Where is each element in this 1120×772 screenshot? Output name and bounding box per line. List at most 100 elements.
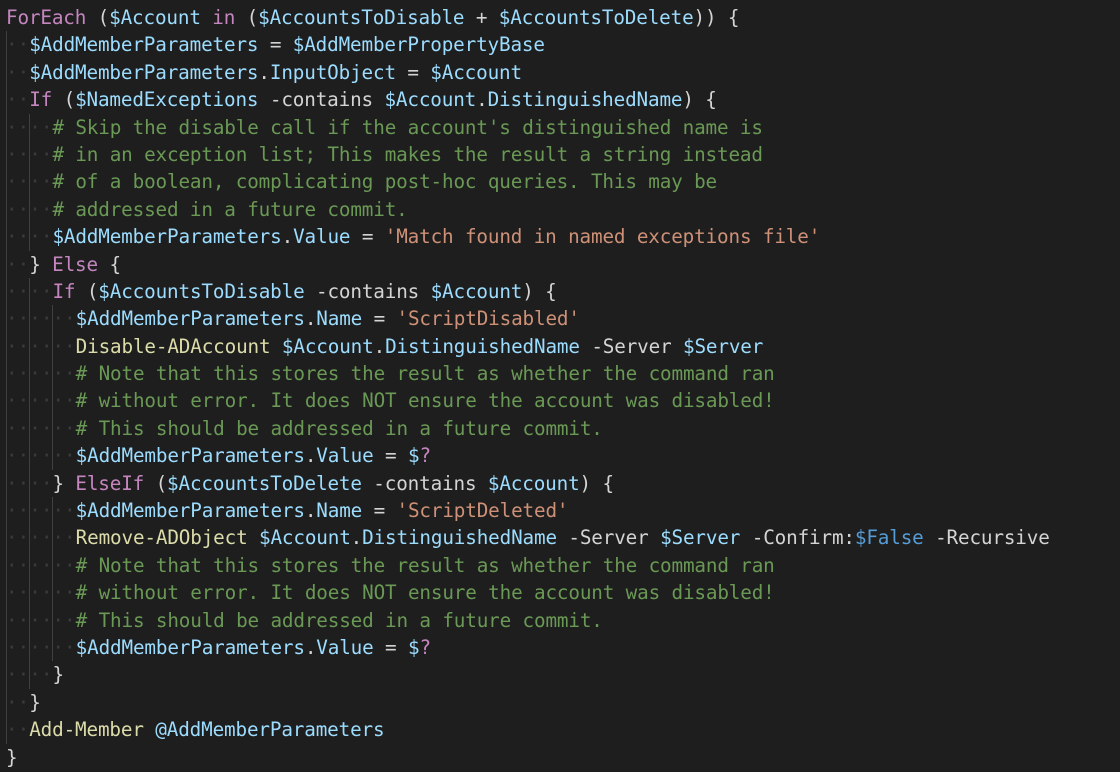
code-token: $AccountsToDisable	[258, 6, 465, 29]
indent-guide	[51, 606, 53, 634]
indent-guide	[28, 277, 30, 306]
code-token: ) {	[522, 279, 557, 303]
code-token: $	[407, 444, 420, 468]
code-line[interactable]: }	[6, 744, 1120, 771]
code-token: $AddMemberParameters	[29, 60, 259, 84]
indent-guide	[28, 305, 30, 333]
code-line[interactable]: ····}	[6, 661, 1120, 689]
code-line[interactable]: ··$AddMemberParameters = $AddMemberPrope…	[6, 31, 1120, 59]
indent-guide	[6, 606, 7, 634]
code-line[interactable]: ······# This should be addressed in a fu…	[6, 414, 1120, 443]
indent-guide	[28, 332, 30, 361]
indent-guide	[6, 387, 7, 415]
whitespace-marker: ······	[6, 444, 76, 468]
whitespace-marker: ··	[6, 88, 30, 112]
code-line[interactable]: ··Add-Member @AddMemberParameters	[6, 716, 1120, 744]
whitespace-marker: ··	[6, 60, 30, 84]
whitespace-marker: ······	[6, 553, 76, 577]
code-token: .	[304, 444, 317, 468]
code-token: ElseIf	[75, 471, 145, 495]
code-line[interactable]: ······$AddMemberParameters.Name = 'Scrip…	[6, 305, 1120, 333]
code-line[interactable]: ··}	[6, 688, 1120, 717]
code-token: =	[373, 635, 408, 659]
code-token: $AccountsToDelete	[498, 6, 694, 29]
code-token: # This should be addressed in a future c…	[75, 416, 603, 440]
code-line[interactable]: ····If ($AccountsToDisable -contains $Ac…	[6, 277, 1120, 306]
code-line[interactable]: ······# This should be addressed in a fu…	[6, 606, 1120, 634]
code-token: $	[407, 635, 420, 659]
code-line[interactable]: ····# addressed in a future commit.	[6, 195, 1120, 224]
indent-guide	[6, 442, 7, 470]
code-token: $AddMemberParameters	[75, 444, 305, 468]
code-line[interactable]: ··} Else {	[6, 250, 1120, 278]
whitespace-marker: ······	[6, 526, 76, 550]
code-token: 'ScriptDisabled'	[396, 307, 580, 331]
code-token: ) {	[579, 471, 615, 495]
code-token: # addressed in a future commit.	[52, 197, 408, 221]
code-line[interactable]: ····# in an exception list; This makes t…	[6, 140, 1120, 169]
code-token: Name	[316, 307, 363, 331]
indent-guide	[28, 469, 30, 498]
code-line[interactable]: ······$AddMemberParameters.Value = $?	[6, 442, 1120, 470]
code-token: If	[29, 88, 53, 112]
whitespace-marker: ······	[6, 389, 76, 413]
code-token: (	[52, 88, 76, 112]
code-line[interactable]: ForEach ($Account in ($AccountsToDisable…	[6, 4, 1120, 31]
code-token: -contains	[258, 88, 385, 112]
code-token: .	[350, 526, 363, 550]
code-token: $Account	[259, 526, 351, 550]
code-line[interactable]: ····$AddMemberParameters.Value = 'Match …	[6, 223, 1120, 251]
code-token: .	[304, 499, 317, 523]
indent-guide	[28, 633, 30, 662]
code-token: -Server	[556, 526, 661, 550]
indent-guide	[6, 31, 7, 59]
code-token: Else	[52, 252, 98, 276]
code-token: $NamedExceptions	[75, 88, 259, 112]
code-line[interactable]: ······# Note that this stores the result…	[6, 360, 1120, 388]
indent-guide	[28, 551, 30, 580]
indent-guide	[28, 606, 30, 634]
code-token: DistinguishedName	[385, 334, 580, 358]
indent-guide	[6, 360, 7, 388]
code-line[interactable]: ··If ($NamedExceptions -contains $Accoun…	[6, 86, 1120, 114]
code-token: # This should be addressed in a future c…	[75, 608, 603, 632]
indent-guide	[51, 442, 53, 470]
code-token: $Account	[384, 88, 477, 112]
code-line[interactable]: ······Remove-ADObject $Account.Distingui…	[6, 524, 1120, 552]
indent-guide	[6, 223, 7, 251]
indent-guide	[51, 551, 53, 580]
code-line[interactable]: ····# of a boolean, complicating post-ho…	[6, 168, 1120, 196]
indent-guide	[28, 113, 30, 141]
code-token: .	[258, 60, 270, 84]
code-line[interactable]: ······# without error. It does NOT ensur…	[6, 579, 1120, 607]
code-token: # of a boolean, complicating post-hoc qu…	[52, 170, 718, 194]
code-token: DistinguishedName	[487, 88, 683, 112]
code-line[interactable]: ······# without error. It does NOT ensur…	[6, 387, 1120, 415]
code-token: -Recursive	[923, 526, 1050, 550]
code-token: }	[6, 745, 18, 769]
code-line[interactable]: ····# Skip the disable call if the accou…	[6, 113, 1120, 141]
code-token: {	[97, 252, 121, 276]
whitespace-marker: ··	[6, 33, 30, 57]
indent-guide	[6, 551, 7, 580]
indent-guide	[51, 387, 53, 415]
code-line[interactable]: ····} ElseIf ($AccountsToDelete -contain…	[6, 469, 1120, 498]
code-token: $False	[854, 526, 924, 550]
indent-guide	[51, 633, 53, 662]
whitespace-marker: ······	[6, 635, 76, 659]
code-line[interactable]: ······Disable-ADAccount $Account.Disting…	[6, 332, 1120, 361]
code-line[interactable]: ······$AddMemberParameters.Value = $?	[6, 633, 1120, 662]
code-token: (	[75, 279, 99, 303]
whitespace-marker: ······	[6, 307, 76, 331]
indent-guide	[6, 168, 7, 196]
indent-guide	[28, 360, 30, 388]
indent-guide	[6, 195, 7, 224]
code-editor[interactable]: ForEach ($Account in ($AccountsToDisable…	[0, 0, 1120, 772]
code-line[interactable]: ······# Note that this stores the result…	[6, 551, 1120, 580]
code-token: }	[52, 663, 64, 687]
code-token: # Skip the disable call if the account's…	[52, 115, 763, 139]
code-token: )) {	[693, 6, 740, 29]
code-line[interactable]: ··$AddMemberParameters.InputObject = $Ac…	[6, 58, 1120, 87]
code-token: ForEach	[6, 6, 87, 29]
code-line[interactable]: ······$AddMemberParameters.Name = 'Scrip…	[6, 497, 1120, 525]
